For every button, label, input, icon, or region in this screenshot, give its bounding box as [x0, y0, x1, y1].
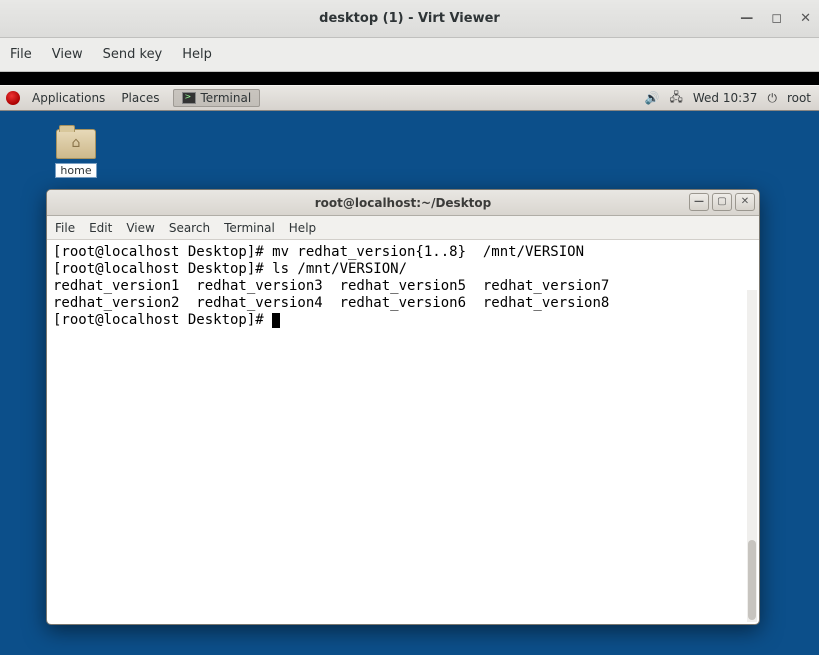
- gnome-desktop[interactable]: home root@localhost:~/Desktop — ▢ ✕ File…: [0, 111, 819, 655]
- terminal-line: redhat_version1 redhat_version3 redhat_v…: [53, 278, 609, 294]
- virt-window-controls: — ◻ ✕: [740, 0, 811, 37]
- terminal-output[interactable]: [root@localhost Desktop]# mv redhat_vers…: [47, 240, 759, 624]
- virt-viewer-title: desktop (1) - Virt Viewer: [319, 11, 500, 26]
- terminal-close-button[interactable]: ✕: [735, 193, 755, 211]
- taskbar-item-terminal-label: Terminal: [200, 91, 251, 105]
- terminal-prompt: [root@localhost Desktop]#: [53, 312, 272, 328]
- virt-minimize-button[interactable]: —: [740, 11, 753, 26]
- virt-close-button[interactable]: ✕: [800, 11, 811, 26]
- panel-clock[interactable]: Wed 10:37: [693, 91, 758, 105]
- terminal-menu-file[interactable]: File: [55, 221, 75, 235]
- applications-menu[interactable]: Applications: [24, 91, 113, 105]
- virt-maximize-button[interactable]: ◻: [771, 11, 782, 26]
- terminal-scrollbar[interactable]: [747, 290, 757, 622]
- gnome-top-panel: Applications Places Terminal 🔊 🖧 Wed 10:…: [0, 85, 819, 111]
- taskbar-item-terminal[interactable]: Terminal: [173, 89, 260, 107]
- network-icon[interactable]: 🖧: [669, 88, 682, 109]
- terminal-cursor: [272, 313, 280, 328]
- terminal-menu-view[interactable]: View: [126, 221, 154, 235]
- terminal-menu-help[interactable]: Help: [289, 221, 316, 235]
- terminal-icon: [182, 92, 196, 104]
- viewer-letterbox-top: [0, 72, 819, 85]
- terminal-menu-terminal[interactable]: Terminal: [224, 221, 275, 235]
- virt-viewer-titlebar: desktop (1) - Virt Viewer — ◻ ✕: [0, 0, 819, 38]
- terminal-window-controls: — ▢ ✕: [689, 193, 755, 211]
- terminal-menu-search[interactable]: Search: [169, 221, 210, 235]
- distro-logo-icon: [6, 91, 20, 105]
- terminal-minimize-button[interactable]: —: [689, 193, 709, 211]
- terminal-menubar: File Edit View Search Terminal Help: [47, 216, 759, 240]
- terminal-line: [root@localhost Desktop]# ls /mnt/VERSIO…: [53, 261, 407, 277]
- virt-menu-file[interactable]: File: [10, 47, 32, 62]
- places-menu[interactable]: Places: [113, 91, 167, 105]
- desktop-home-launcher[interactable]: home: [52, 129, 100, 178]
- terminal-title: root@localhost:~/Desktop: [315, 196, 492, 210]
- power-icon[interactable]: ⏻: [767, 91, 777, 106]
- terminal-line: [root@localhost Desktop]# mv redhat_vers…: [53, 244, 584, 260]
- terminal-titlebar[interactable]: root@localhost:~/Desktop — ▢ ✕: [47, 190, 759, 216]
- volume-icon[interactable]: 🔊: [645, 91, 660, 105]
- virt-menu-view[interactable]: View: [52, 47, 83, 62]
- terminal-line: redhat_version2 redhat_version4 redhat_v…: [53, 295, 609, 311]
- desktop-home-label: home: [55, 163, 96, 178]
- terminal-scrollbar-thumb[interactable]: [748, 540, 756, 620]
- panel-user[interactable]: root: [787, 91, 811, 105]
- terminal-menu-edit[interactable]: Edit: [89, 221, 112, 235]
- terminal-maximize-button[interactable]: ▢: [712, 193, 732, 211]
- terminal-window: root@localhost:~/Desktop — ▢ ✕ File Edit…: [46, 189, 760, 625]
- home-folder-icon: [56, 129, 96, 159]
- virt-menu-help[interactable]: Help: [182, 47, 212, 62]
- virt-menu-sendkey[interactable]: Send key: [103, 47, 163, 62]
- virt-viewer-menubar: File View Send key Help: [0, 38, 819, 72]
